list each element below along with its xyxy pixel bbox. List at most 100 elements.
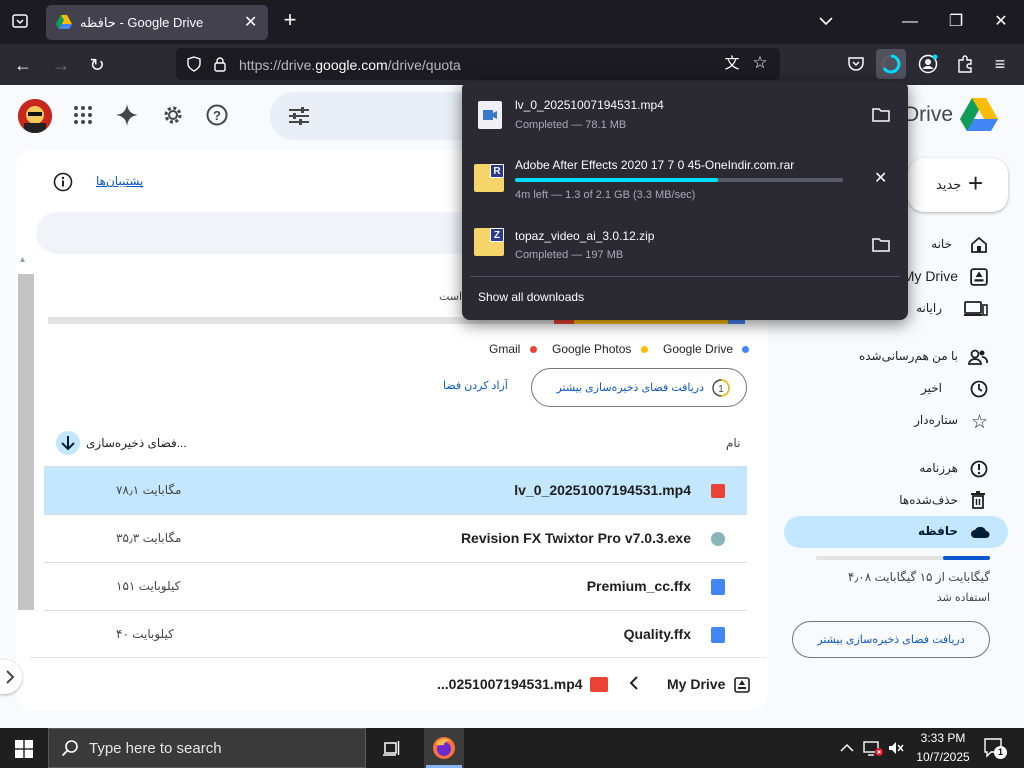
settings-gear-icon[interactable]: [162, 104, 184, 131]
new-button[interactable]: + جدید: [908, 158, 1008, 212]
spam-icon: [970, 460, 988, 481]
forward-arrow-icon[interactable]: →: [50, 55, 72, 75]
table-row[interactable]: Quality.ffx ۴۰ کیلوبایت: [44, 611, 747, 659]
notification-count-badge: 1: [994, 746, 1007, 759]
window-close-icon[interactable]: ✕: [991, 12, 1011, 32]
taskbar-search-box[interactable]: Type here to search: [48, 728, 366, 768]
get-more-storage-button[interactable]: دریافت فضای ذخیره‌سازی بیشتر: [792, 621, 990, 658]
pocket-icon[interactable]: [846, 54, 866, 79]
video-file-icon: [711, 484, 725, 498]
download-item[interactable]: Z topaz_video_ai_3.0.12.zip Completed — …: [470, 215, 900, 271]
sidebar-item-trash[interactable]: حذف‌شده‌ها: [784, 485, 1008, 517]
clock-time[interactable]: 3:33 PM: [916, 731, 970, 745]
legend-photos-dot: [640, 346, 648, 353]
browser-tab-active[interactable]: حافظه - Google Drive ✕: [46, 5, 268, 40]
extensions-icon[interactable]: [955, 54, 975, 79]
new-tab-button[interactable]: +: [280, 9, 300, 31]
download-status: Completed — 78.1 MB: [515, 119, 627, 131]
hamburger-menu-icon[interactable]: ≡: [990, 54, 1010, 74]
tab-overflow-chevron-icon[interactable]: [816, 12, 836, 32]
info-icon[interactable]: [53, 172, 73, 197]
sidebar-item-label: My Drive: [902, 268, 958, 284]
file-size: ۱۵۱ کیلوبایت: [116, 579, 181, 593]
url-text: https://drive.google.com/drive/quota: [239, 57, 461, 73]
open-folder-icon[interactable]: [872, 107, 890, 128]
svg-text:1: 1: [718, 384, 724, 395]
downloads-panel: lv_0_20251007194531.mp4 Completed — 78.1…: [462, 81, 908, 320]
download-item[interactable]: lv_0_20251007194531.mp4 Completed — 78.1…: [470, 89, 900, 145]
search-bar[interactable]: [270, 92, 470, 140]
sort-descending-button[interactable]: [56, 431, 80, 455]
open-folder-icon[interactable]: [872, 237, 890, 258]
avatar[interactable]: [18, 99, 52, 133]
help-icon[interactable]: ?: [206, 104, 228, 131]
downloads-button[interactable]: [876, 49, 906, 79]
star-icon: ☆: [970, 412, 988, 433]
clock-icon: [970, 380, 988, 401]
download-item[interactable]: R Adobe After Effects 2020 17 7 0 45-One…: [470, 149, 900, 209]
clock-date[interactable]: 10/7/2025: [912, 750, 974, 764]
storage-usage-text: ۴٫۰۸ گیگابایت از ۱۵ گیگابایت: [847, 570, 990, 584]
url-bar[interactable]: https://drive.google.com/drive/quota 文 ☆: [176, 48, 780, 80]
tab-title: حافظه - Google Drive: [80, 15, 204, 30]
scrollbar-thumb[interactable]: [18, 274, 34, 610]
tab-list-icon[interactable]: [10, 12, 30, 36]
volume-muted-icon[interactable]: [888, 740, 904, 761]
sidebar-item-shared[interactable]: با من هم‌رسانی‌شده: [784, 341, 1008, 373]
task-view-icon[interactable]: [382, 738, 402, 763]
drive-favicon-icon: [56, 14, 72, 33]
legend-gmail-dot: [529, 346, 537, 353]
sidebar-item-spam[interactable]: هرزنامه: [784, 453, 1008, 485]
network-disconnected-icon[interactable]: [862, 739, 884, 762]
support-link[interactable]: پشتیبان‌ها: [96, 174, 143, 188]
column-header-name[interactable]: نام: [726, 436, 740, 450]
sidebar-item-label: حذف‌شده‌ها: [899, 493, 958, 507]
firefox-taskbar-button[interactable]: [424, 728, 464, 768]
column-header-storage[interactable]: فضای ذخیره‌سازی...: [86, 436, 187, 450]
zip-archive-icon: Z: [474, 228, 504, 256]
notifications-icon[interactable]: 1: [984, 738, 1007, 763]
back-arrow-icon[interactable]: ←: [12, 55, 34, 75]
minimize-icon[interactable]: —: [900, 12, 920, 32]
breadcrumb-file[interactable]: ...0251007194531.mp4: [437, 676, 583, 692]
file-name: Revision FX Twixtor Pro v7.0.3.exe: [460, 530, 691, 546]
translate-icon[interactable]: 文: [722, 54, 742, 74]
doc-file-icon: [711, 627, 725, 643]
apps-grid-icon[interactable]: [72, 104, 94, 131]
sidebar-item-starred[interactable]: ستاره‌دار ☆: [784, 405, 1008, 437]
tab-close-icon[interactable]: ✕: [244, 12, 257, 32]
scroll-up-icon[interactable]: ▴: [20, 254, 25, 265]
reload-icon[interactable]: ↻: [86, 55, 108, 75]
sidebar-item-label: خانه: [931, 237, 952, 251]
sidebar-item-label: ستاره‌دار: [914, 413, 958, 427]
windows-start-icon[interactable]: [15, 740, 33, 763]
shield-icon[interactable]: [186, 56, 202, 77]
sidebar-item-label: اخیر: [921, 381, 942, 395]
free-space-link[interactable]: آزاد کردن فضا: [443, 379, 508, 392]
my-drive-icon: [734, 677, 750, 698]
cancel-download-icon[interactable]: ✕: [874, 171, 887, 187]
table-row[interactable]: Premium_cc.ffx ۱۵۱ کیلوبایت: [44, 563, 747, 611]
sidebar-item-storage[interactable]: حافظه: [784, 516, 1008, 548]
download-file-name: topaz_video_ai_3.0.12.zip: [515, 229, 655, 243]
sidebar-item-recent[interactable]: اخیر: [784, 373, 1008, 405]
restore-icon[interactable]: ❐: [946, 12, 966, 32]
table-row[interactable]: Revision FX Twixtor Pro v7.0.3.exe ۳۵٫۳ …: [44, 515, 747, 563]
gemini-sparkle-icon[interactable]: [116, 104, 138, 131]
breadcrumb-root[interactable]: My Drive: [667, 676, 725, 692]
search-filter-icon[interactable]: [288, 106, 310, 131]
account-icon[interactable]: [918, 54, 938, 79]
storage-usage-fill: [943, 556, 990, 560]
buy-storage-button[interactable]: 1 دریافت فضای ذخیره‌سازی بیشتر: [531, 368, 747, 407]
lock-icon[interactable]: [213, 56, 227, 77]
shared-icon: [968, 348, 988, 369]
show-all-downloads-link[interactable]: Show all downloads: [478, 290, 584, 304]
table-row[interactable]: lv_0_20251007194531.mp4 ۷۸٫۱ مگابایت: [44, 467, 747, 515]
svg-text:?: ?: [213, 108, 221, 123]
vertical-scrollbar[interactable]: ▴: [18, 254, 34, 710]
download-status: Completed — 197 MB: [515, 249, 624, 261]
file-name: Premium_cc.ffx: [586, 578, 691, 594]
tray-overflow-chevron-icon[interactable]: [840, 741, 854, 756]
bookmark-star-icon[interactable]: ☆: [750, 53, 770, 73]
sidebar-item-label: رایانه: [916, 301, 942, 315]
